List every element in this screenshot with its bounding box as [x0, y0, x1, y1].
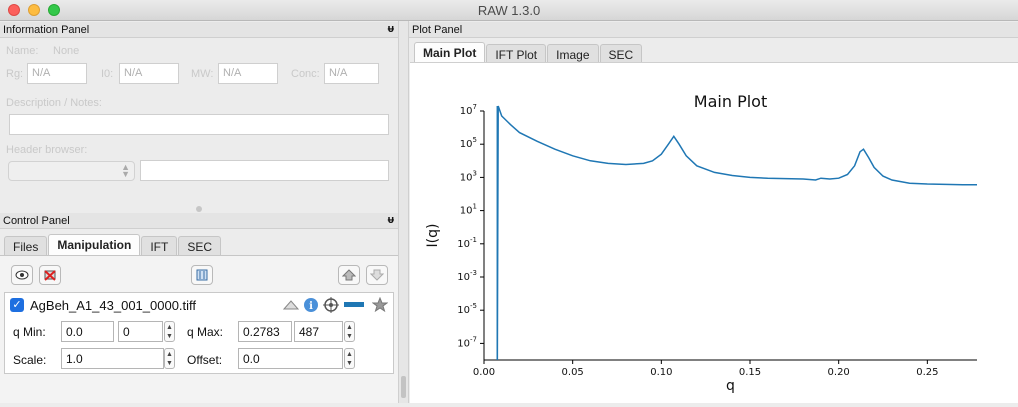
window-titlebar: RAW 1.3.0 — [0, 0, 1018, 21]
qmax-value-field[interactable]: 0.2783 — [238, 321, 292, 342]
info-icon[interactable]: i — [303, 297, 319, 313]
hide-eye-icon — [44, 270, 56, 281]
mw-field[interactable]: N/A — [218, 63, 278, 84]
control-tabs: Files Manipulation IFT SEC — [4, 233, 222, 255]
svg-text:i: i — [309, 301, 313, 312]
y-tick-label: 105 — [460, 136, 477, 150]
x-tick-label: 0.10 — [650, 367, 672, 378]
hide-all-button[interactable] — [39, 265, 61, 285]
y-tick-label: 103 — [460, 169, 477, 183]
series-line-0 — [496, 105, 977, 361]
offset-field[interactable]: 0.0 — [238, 348, 343, 369]
offset-label: Offset: — [187, 353, 223, 367]
eye-icon — [15, 270, 29, 280]
scale-stepper[interactable]: ▲ ▼ — [164, 348, 175, 369]
vertical-splitter[interactable] — [398, 21, 409, 403]
scrollbar-thumb[interactable] — [401, 376, 406, 398]
panel-sash-handle[interactable] — [196, 206, 202, 212]
information-panel: Name: None Rg: N/A I0: N/A MW: N/A Conc:… — [0, 38, 398, 206]
scale-label: Scale: — [13, 353, 47, 367]
collapse-all-button[interactable] — [191, 265, 213, 285]
name-value: None — [53, 45, 80, 57]
window-title: RAW 1.3.0 — [477, 3, 541, 18]
information-panel-header: Information Panel ᵾ — [0, 22, 398, 38]
move-down-button[interactable] — [366, 265, 388, 285]
tab-files[interactable]: Files — [4, 236, 48, 255]
plot-panel-title: Plot Panel — [412, 24, 463, 36]
x-tick-label: 0.05 — [562, 367, 584, 378]
description-field[interactable] — [9, 114, 389, 135]
star-icon[interactable] — [372, 297, 388, 313]
qmin-index-field[interactable]: 0 — [118, 321, 163, 342]
qmin-value-field[interactable]: 0.0 — [61, 321, 114, 342]
target-icon[interactable] — [323, 297, 339, 313]
y-axis-label: I(q) — [425, 224, 441, 248]
rg-label: Rg: — [6, 68, 24, 80]
y-tick-label: 10-5 — [457, 302, 477, 316]
description-label: Description / Notes: — [6, 97, 102, 109]
line-color-swatch[interactable] — [344, 302, 364, 307]
plot-canvas[interactable]: Main Plot 0.00 0.05 0.10 0.15 0.20 0.25 107 105 1… — [410, 62, 1018, 403]
show-all-button[interactable] — [11, 265, 33, 285]
x-tick-label: 0.25 — [916, 367, 938, 378]
tab-main-plot[interactable]: Main Plot — [414, 42, 486, 63]
tab-ift[interactable]: IFT — [141, 236, 178, 255]
pin-icon[interactable]: ᵾ — [388, 214, 394, 226]
x-tick-label: 0.00 — [473, 367, 495, 378]
arrow-up-icon — [342, 269, 356, 281]
i0-label: I0: — [101, 68, 114, 80]
item-checkbox[interactable]: ✓ — [10, 298, 24, 312]
plot-panel-header: Plot Panel — [409, 22, 1018, 38]
y-tick-label: 10-3 — [457, 269, 477, 283]
y-tick-label: 107 — [460, 103, 477, 117]
header-browser-field[interactable] — [140, 160, 389, 181]
chevron-updown-icon: ▲ ▼ — [121, 162, 130, 179]
tab-sec[interactable]: SEC — [178, 236, 222, 255]
header-browser-select[interactable]: ▲ ▼ — [8, 161, 135, 181]
qmax-stepper[interactable]: ▲ ▼ — [344, 321, 355, 342]
control-panel-header: Control Panel ᵾ — [0, 213, 398, 229]
x-tick-label: 0.20 — [828, 367, 850, 378]
qmax-label: q Max: — [187, 325, 224, 339]
scale-field[interactable]: 1.0 — [61, 348, 164, 369]
control-panel-title: Control Panel — [3, 215, 70, 227]
y-tick-label: 10-7 — [457, 335, 477, 349]
i0-field[interactable]: N/A — [119, 63, 179, 84]
rg-field[interactable]: N/A — [27, 63, 87, 84]
move-up-button[interactable] — [338, 265, 360, 285]
pin-icon[interactable]: ᵾ — [388, 23, 394, 35]
offset-stepper[interactable]: ▲ ▼ — [344, 348, 355, 369]
item-filename: AgBeh_A1_43_001_0000.tiff — [30, 298, 197, 313]
name-label: Name: — [6, 45, 39, 57]
tab-image[interactable]: Image — [547, 44, 599, 63]
main-plot-chart[interactable]: Main Plot 0.00 0.05 0.10 0.15 0.20 0.25 107 105 1… — [410, 63, 1018, 404]
collapse-triangle-icon[interactable] — [283, 299, 299, 311]
header-browser-label: Header browser: — [6, 144, 88, 156]
arrow-down-icon — [370, 269, 384, 281]
qmin-stepper[interactable]: ▲ ▼ — [164, 321, 175, 342]
chart-title: Main Plot — [694, 92, 767, 111]
qmin-label: q Min: — [13, 325, 46, 339]
tab-ift-plot[interactable]: IFT Plot — [486, 44, 547, 63]
tab-sec-plot[interactable]: SEC — [599, 44, 643, 63]
y-tick-label: 101 — [460, 203, 477, 217]
mw-label: MW: — [191, 68, 214, 80]
information-panel-title: Information Panel — [3, 24, 90, 36]
y-tick-label: 10-1 — [457, 236, 477, 250]
manipulation-item[interactable]: ✓ AgBeh_A1_43_001_0000.tiff i q Min: 0.0… — [4, 292, 394, 374]
tab-manipulation[interactable]: Manipulation — [48, 234, 141, 255]
plot-tabs: Main Plot IFT Plot Image SEC — [414, 41, 643, 63]
qmax-index-field[interactable]: 487 — [294, 321, 343, 342]
list-icon — [196, 269, 208, 281]
conc-field[interactable]: N/A — [324, 63, 379, 84]
x-tick-label: 0.15 — [739, 367, 761, 378]
x-axis-label: q — [726, 378, 735, 394]
conc-label: Conc: — [291, 68, 320, 80]
